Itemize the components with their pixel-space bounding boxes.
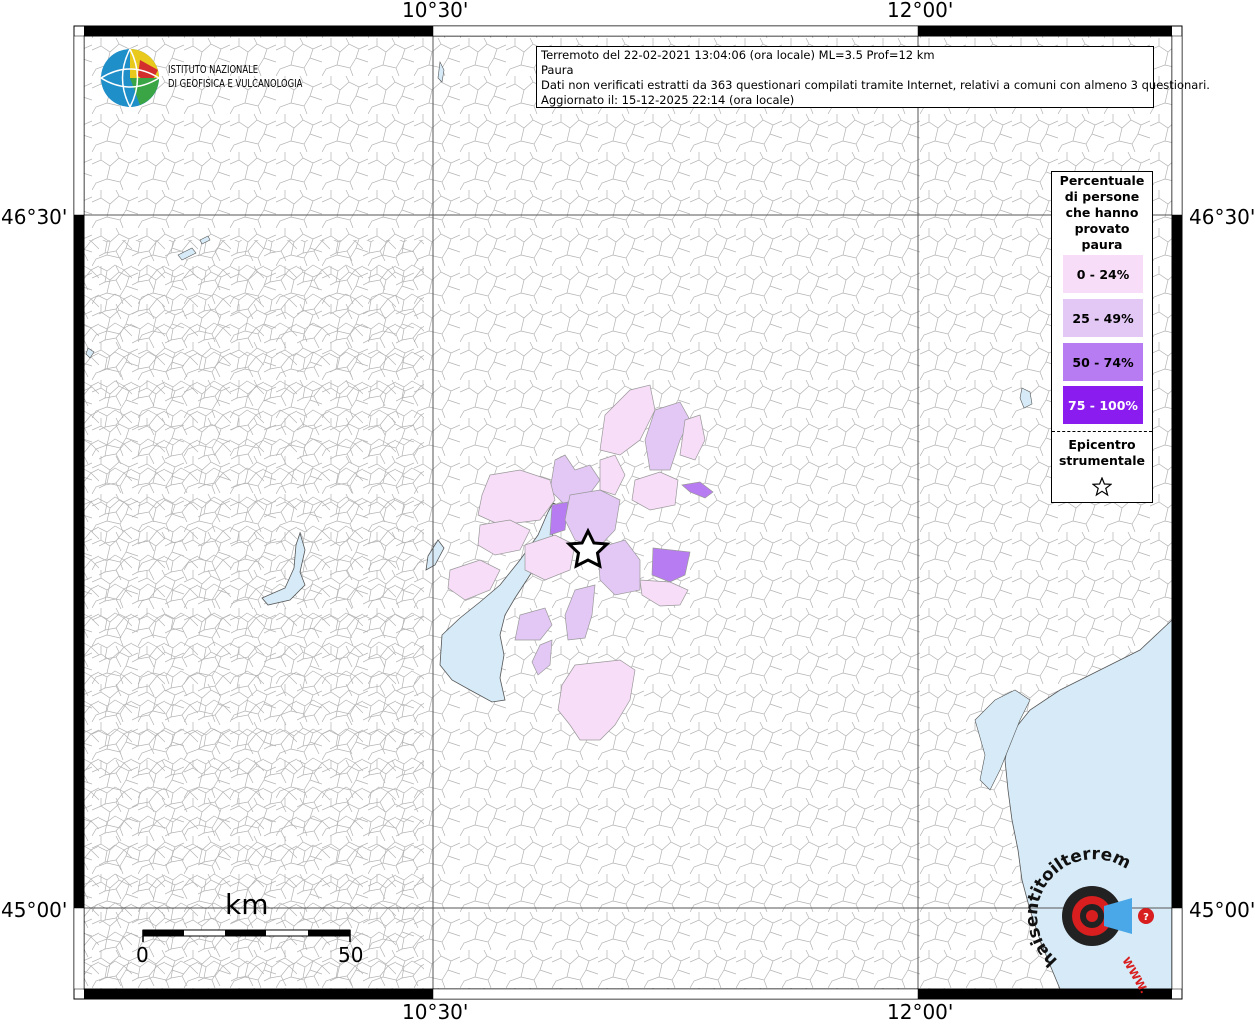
coord-right-upper: 46°30' <box>1189 205 1255 229</box>
legend-item-0-24: 0 - 24% <box>1063 255 1143 293</box>
legend-epicenter-label: Epicentro strumentale <box>1058 437 1146 468</box>
coord-right-lower: 45°00' <box>1189 898 1255 922</box>
event-info-line1: Terremoto del 22-02-2021 13:04:06 (ora l… <box>541 48 935 62</box>
ingv-line1: ISTITUTO NAZIONALE <box>168 63 259 76</box>
ingv-logo-text: ISTITUTO NAZIONALE DI GEOFISICA E VULCAN… <box>168 63 302 91</box>
legend-item-75-100: 75 - 100% <box>1063 386 1143 424</box>
legend-item-25-49: 25 - 49% <box>1063 299 1143 337</box>
event-info-line3: Dati non verificati estratti da 363 ques… <box>541 78 1210 92</box>
legend: Percentuale di persone che hanno provato… <box>1051 171 1153 503</box>
ingv-line2: DI GEOFISICA E VULCANOLOGIA <box>168 77 303 90</box>
event-info-line2: Paura <box>541 63 574 77</box>
event-info-box: Terremoto del 22-02-2021 13:04:06 (ora l… <box>536 46 1210 108</box>
scale-unit: km <box>225 888 269 921</box>
map-canvas: ? haisentitoilterremoto.it WWW. <box>0 0 1183 1000</box>
star-icon <box>1092 477 1112 497</box>
event-info-line4: Aggiornato il: 15-12-2025 22:14 (ora loc… <box>541 93 795 107</box>
coord-top-right: 12°00' <box>887 0 954 22</box>
coord-top-left: 10°30' <box>402 0 469 22</box>
svg-text:?: ? <box>1143 912 1149 923</box>
legend-title: Percentuale di persone che hanno provato… <box>1059 173 1145 252</box>
scale-end: 50 <box>338 943 364 967</box>
legend-item-50-74: 50 - 74% <box>1063 343 1143 381</box>
legend-separator <box>1052 431 1152 432</box>
coord-bottom-right: 12°00' <box>887 1000 954 1024</box>
coord-bottom-left: 10°30' <box>402 1000 469 1024</box>
ingv-globe-logo <box>100 48 160 108</box>
coord-left-upper: 46°30' <box>1 205 68 229</box>
scale-start: 0 <box>136 943 149 967</box>
coord-left-lower: 45°00' <box>1 898 68 922</box>
